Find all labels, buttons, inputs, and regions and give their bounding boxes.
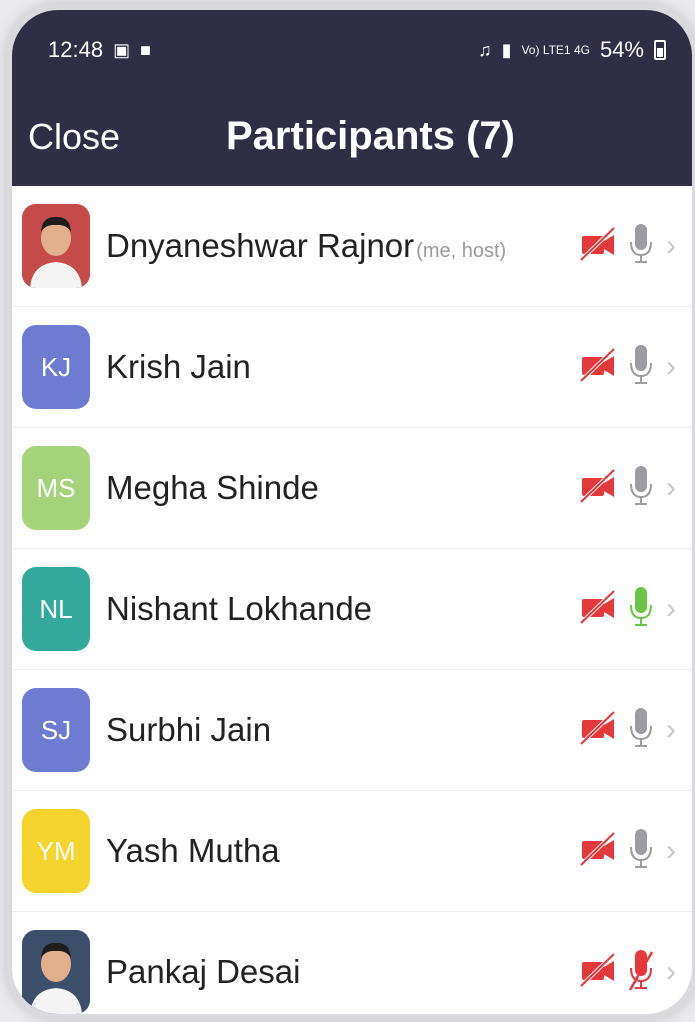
title-bar: Close Participants (7): [12, 90, 692, 186]
participant-name: Megha Shinde: [106, 469, 319, 506]
header: 12:48 ▣ ■ ♫ ▮ Vo) LTE1 4G 54% Close Part…: [12, 10, 692, 186]
avatar-initials: YM: [22, 809, 90, 893]
close-button[interactable]: Close: [28, 116, 120, 158]
participant-status-icons: ›: [578, 948, 676, 997]
participant-row[interactable]: Pankaj Desai ›: [12, 912, 692, 1014]
participant-status-icons: ›: [578, 585, 676, 634]
chevron-right-icon: ›: [666, 834, 676, 867]
participant-name-group: Krish Jain: [106, 348, 251, 386]
participant-name-group: Nishant Lokhande: [106, 590, 372, 628]
gallery-icon: ▣: [113, 40, 131, 60]
mic-icon: [628, 706, 654, 755]
participant-status-icons: ›: [578, 222, 676, 271]
phone-frame: 12:48 ▣ ■ ♫ ▮ Vo) LTE1 4G 54% Close Part…: [12, 10, 692, 1014]
page-title: Participants (7): [226, 114, 515, 158]
video-off-icon: [578, 466, 618, 511]
avatar-initials: KJ: [22, 325, 90, 409]
avatar-photo: [22, 204, 90, 288]
mic-icon: [628, 464, 654, 513]
video-off-icon: [578, 345, 618, 390]
mic-icon: [628, 827, 654, 876]
participant-name-group: Megha Shinde: [106, 469, 319, 507]
participant-name-group: Surbhi Jain: [106, 711, 271, 749]
participant-status-icons: ›: [578, 464, 676, 513]
status-right: ♫ ▮ Vo) LTE1 4G 54%: [478, 37, 666, 63]
chevron-right-icon: ›: [666, 471, 676, 504]
participant-name: Nishant Lokhande: [106, 590, 373, 627]
chevron-right-icon: ›: [666, 713, 676, 746]
avatar-initials-text: NL: [39, 593, 73, 624]
participant-status-icons: ›: [578, 706, 676, 755]
battery-percentage: 54%: [599, 37, 644, 62]
avatar-initials-text: KJ: [40, 351, 72, 382]
participant-row[interactable]: YM Yash Mutha ›: [12, 791, 692, 912]
participant-name: Surbhi Jain: [106, 711, 272, 748]
status-time: 12:48: [48, 37, 104, 62]
participant-status-icons: ›: [578, 343, 676, 392]
mic-icon: [628, 343, 654, 392]
participant-name-group: Pankaj Desai: [106, 953, 300, 991]
participant-row[interactable]: Dnyaneshwar Rajnor (me, host) ›: [12, 186, 692, 307]
video-off-icon: [578, 224, 618, 269]
avatar-initials-text: YM: [36, 835, 76, 866]
participant-name: Dnyaneshwar Rajnor: [106, 227, 415, 264]
video-off-icon: [578, 708, 618, 753]
video-camera-icon: ■: [140, 40, 151, 60]
participant-name: Yash Mutha: [106, 832, 280, 869]
status-bar: 12:48 ▣ ■ ♫ ▮ Vo) LTE1 4G 54%: [12, 10, 692, 90]
video-off-icon: [578, 829, 618, 874]
participant-list: Dnyaneshwar Rajnor (me, host) › KJ Krish Jai…: [12, 186, 692, 1014]
avatar-initials: NL: [22, 567, 90, 651]
avatar-initials: SJ: [22, 688, 90, 772]
participant-name: Pankaj Desai: [106, 953, 301, 990]
chevron-right-icon: ›: [666, 350, 676, 383]
mic-active-icon: [628, 585, 654, 634]
battery-icon: [654, 40, 666, 60]
host-tag: (me, host): [416, 240, 507, 262]
avatar-initials-text: SJ: [40, 714, 72, 745]
avatar-initials: MS: [22, 446, 90, 530]
participant-name-group: Yash Mutha: [106, 832, 280, 870]
avatar-photo: [22, 930, 90, 1014]
participant-status-icons: ›: [578, 827, 676, 876]
status-left: 12:48 ▣ ■: [48, 37, 151, 63]
network-label: Vo) LTE1 4G: [521, 43, 590, 57]
signal-icon: ▮: [501, 40, 512, 60]
participant-name: Krish Jain: [106, 348, 251, 385]
participant-row[interactable]: KJ Krish Jain ›: [12, 307, 692, 428]
mic-off-icon: [628, 948, 654, 997]
participant-name-group: Dnyaneshwar Rajnor (me, host): [106, 227, 506, 265]
participant-row[interactable]: NL Nishant Lokhande ›: [12, 549, 692, 670]
video-off-icon: [578, 587, 618, 632]
participant-row[interactable]: SJ Surbhi Jain ›: [12, 670, 692, 791]
mute-sound-icon: ♫: [478, 40, 492, 60]
video-off-icon: [578, 950, 618, 995]
chevron-right-icon: ›: [666, 229, 676, 262]
mic-icon: [628, 222, 654, 271]
participant-row[interactable]: MS Megha Shinde ›: [12, 428, 692, 549]
chevron-right-icon: ›: [666, 592, 676, 625]
chevron-right-icon: ›: [666, 955, 676, 988]
avatar-initials-text: MS: [36, 472, 76, 503]
